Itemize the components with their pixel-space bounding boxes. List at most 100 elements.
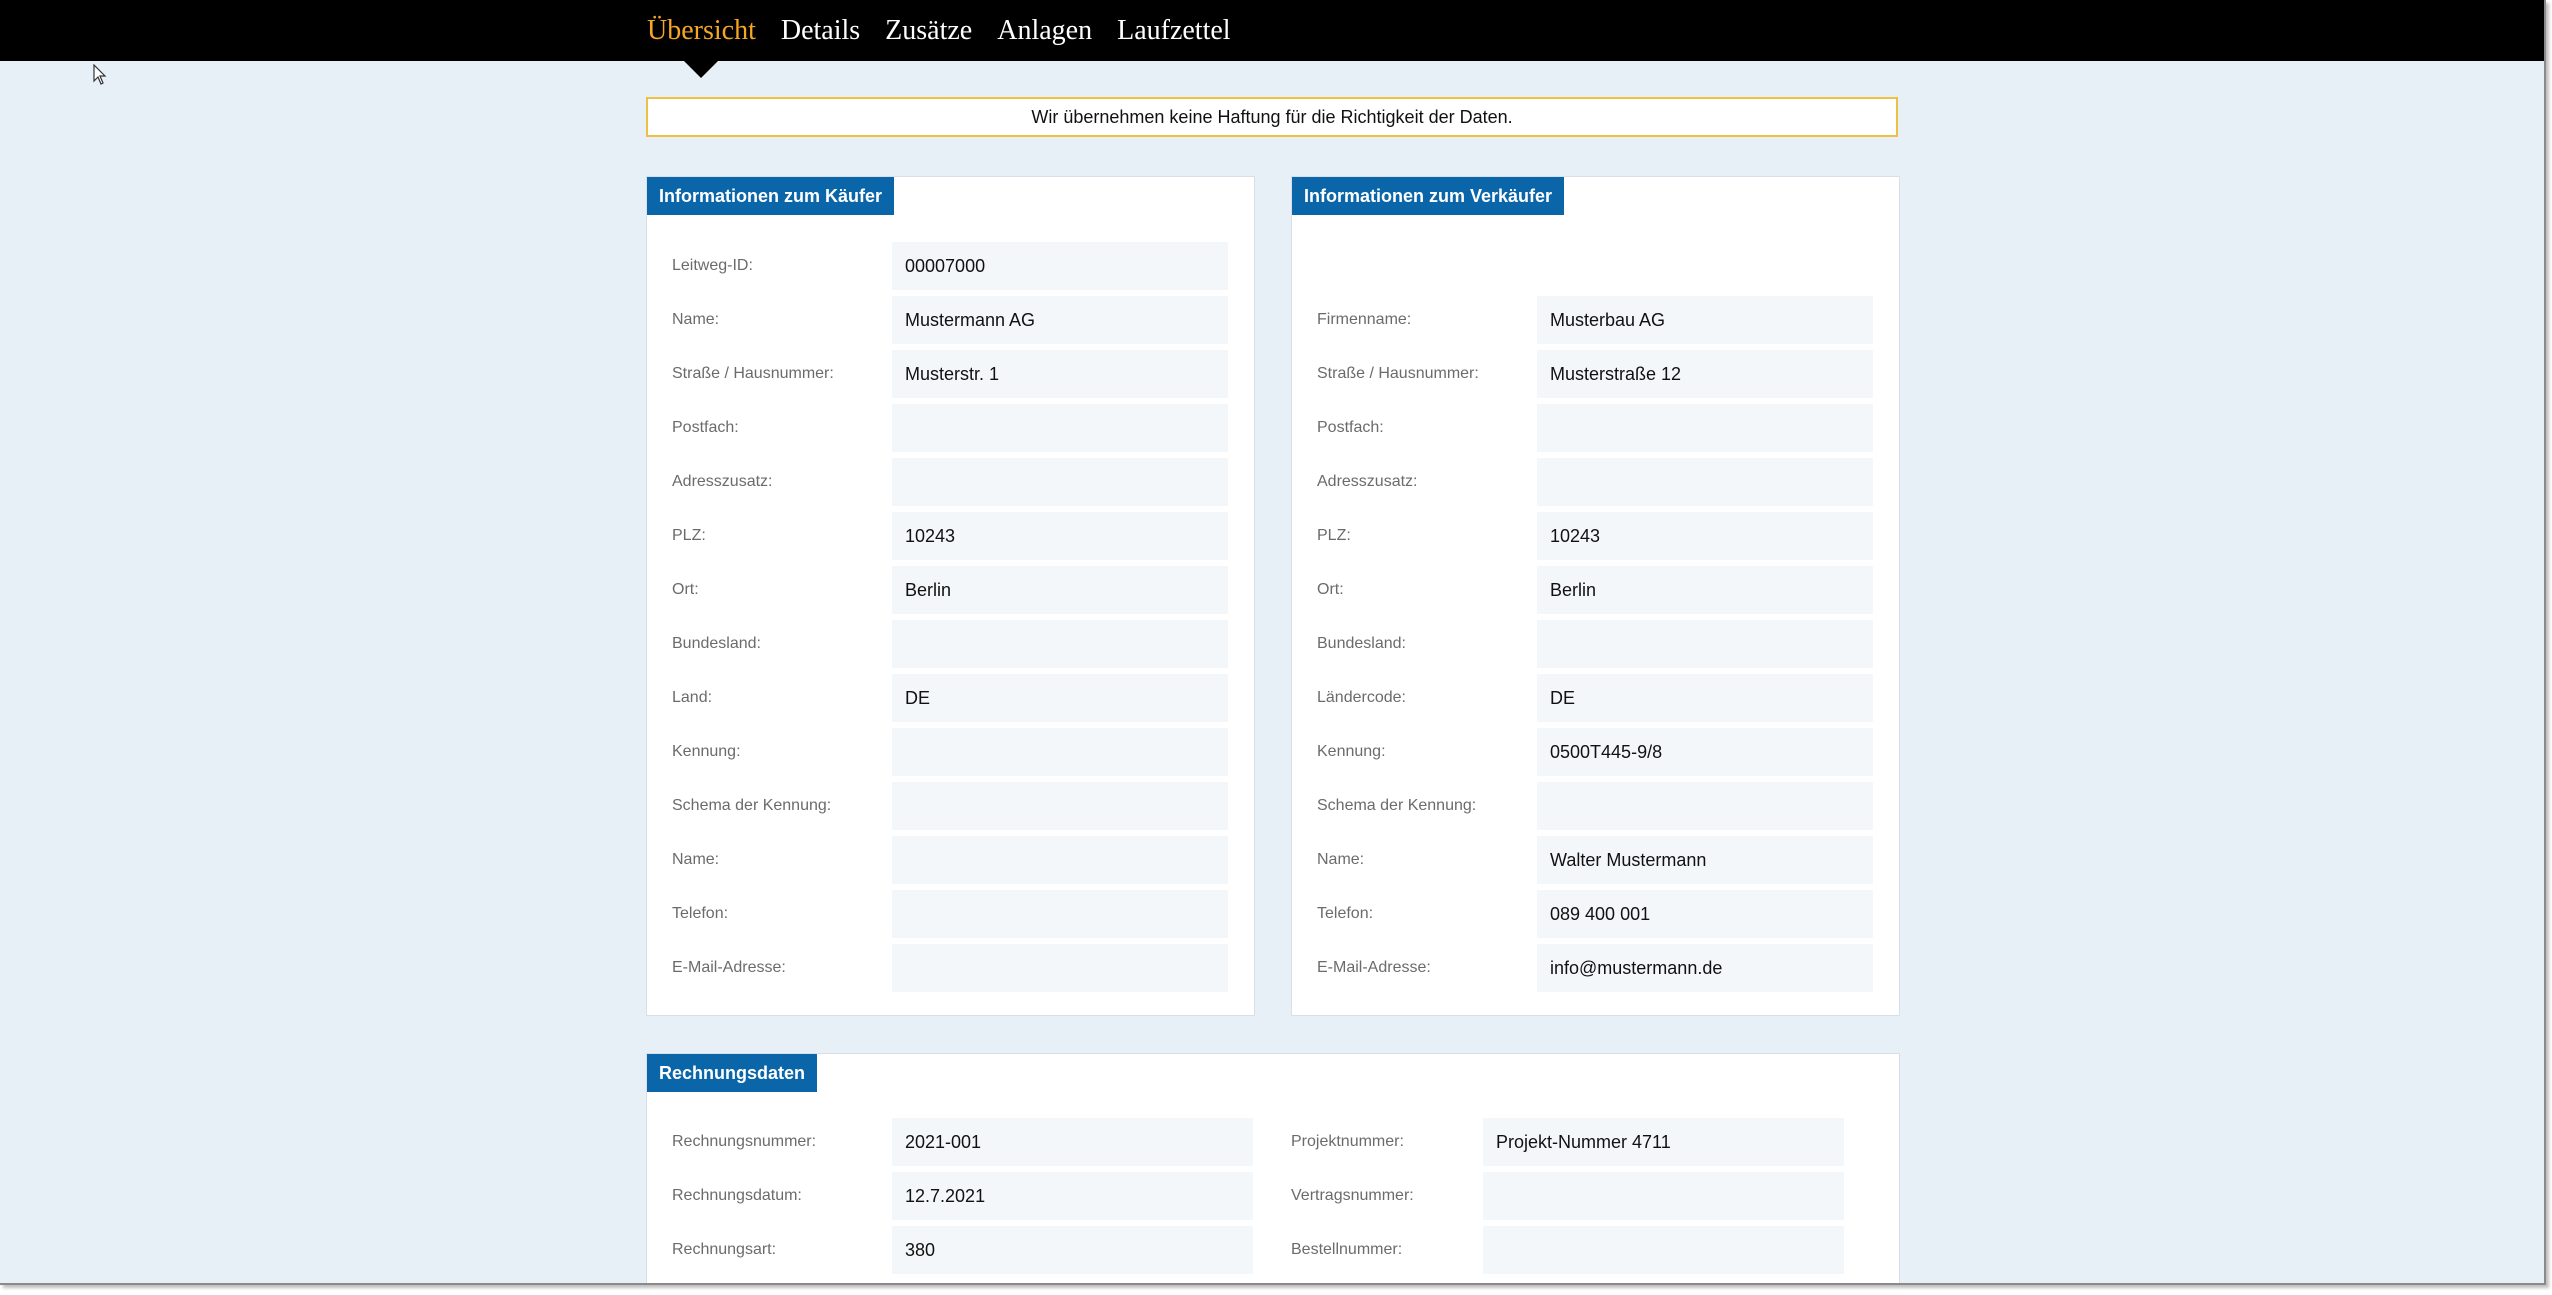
buyer-field-row: Name: (647, 836, 1228, 884)
buyer-field-row: Bundesland: (647, 620, 1228, 668)
seller-info-panel: Informationen zum Verkäufer Firmenname: M… (1291, 176, 1900, 1016)
buyer-field-row: Schema der Kennung: (647, 782, 1228, 830)
buyer-field-value[interactable]: 10243 (892, 512, 1228, 560)
buyer-field-value[interactable]: DE (892, 674, 1228, 722)
buyer-field-value[interactable] (892, 404, 1228, 452)
buyer-field-row: Adresszusatz: (647, 458, 1228, 506)
seller-field-label: Postfach: (1317, 419, 1384, 436)
seller-field-label: Name: (1317, 851, 1365, 868)
tab-laufzettel[interactable]: Laufzettel (1117, 0, 1230, 61)
seller-field-value[interactable]: info@mustermann.de (1537, 944, 1873, 992)
buyer-field-row: E-Mail-Adresse: (647, 944, 1228, 992)
buyer-field-value[interactable] (892, 620, 1228, 668)
top-navigation-bar: Übersicht Details Zusätze Anlagen Laufze… (0, 0, 2544, 78)
tab-details[interactable]: Details (781, 0, 860, 61)
invoice-field-value[interactable] (1483, 1226, 1844, 1274)
mouse-cursor-icon (93, 64, 107, 85)
buyer-field-value[interactable] (892, 890, 1228, 938)
invoice-field-row: Rechnungsnummer: 2021-001 (647, 1118, 1253, 1166)
tab-uebersicht[interactable]: Übersicht (647, 0, 756, 78)
invoice-field-row: Vertragsnummer: (1266, 1172, 1844, 1220)
seller-field-row: Name: Walter Mustermann (1292, 836, 1873, 884)
buyer-field-label: PLZ: (672, 527, 706, 544)
buyer-field-value[interactable]: 00007000 (892, 242, 1228, 290)
seller-field-row: Ländercode: DE (1292, 674, 1873, 722)
buyer-field-row: Straße / Hausnummer: Musterstr. 1 (647, 350, 1228, 398)
buyer-field-value[interactable] (892, 728, 1228, 776)
buyer-field-label: Name: (672, 851, 720, 868)
seller-field-value[interactable]: Berlin (1537, 566, 1873, 614)
seller-field-label: Firmenname: (1317, 311, 1412, 328)
buyer-field-label: Postfach: (672, 419, 739, 436)
invoice-field-value[interactable]: 2021-001 (892, 1118, 1253, 1166)
seller-field-value[interactable]: Musterstraße 12 (1537, 350, 1873, 398)
seller-field-value[interactable]: 089 400 001 (1537, 890, 1873, 938)
seller-field-row: Ort: Berlin (1292, 566, 1873, 614)
seller-field-label: Bundesland: (1317, 635, 1406, 652)
seller-field-value[interactable] (1537, 458, 1873, 506)
buyer-field-label: Straße / Hausnummer: (672, 365, 834, 382)
seller-field-row: Schema der Kennung: (1292, 782, 1873, 830)
seller-field-row: PLZ: 10243 (1292, 512, 1873, 560)
seller-field-label: PLZ: (1317, 527, 1351, 544)
buyer-field-row: Leitweg-ID: 00007000 (647, 242, 1228, 290)
buyer-field-label: Kennung: (672, 743, 741, 760)
buyer-field-value[interactable]: Berlin (892, 566, 1228, 614)
buyer-field-row: PLZ: 10243 (647, 512, 1228, 560)
invoice-field-row: Bestellnummer: (1266, 1226, 1844, 1274)
invoice-field-value[interactable] (1483, 1172, 1844, 1220)
buyer-field-value[interactable] (892, 944, 1228, 992)
buyer-field-label: Schema der Kennung: (672, 797, 832, 814)
buyer-field-value[interactable]: Mustermann AG (892, 296, 1228, 344)
disclaimer-notice: Wir übernehmen keine Haftung für die Ric… (646, 97, 1898, 137)
seller-field-label: Straße / Hausnummer: (1317, 365, 1479, 382)
tab-zusaetze[interactable]: Zusätze (885, 0, 972, 61)
seller-field-row: Firmenname: Musterbau AG (1292, 296, 1873, 344)
invoice-field-value[interactable]: Projekt-Nummer 4711 (1483, 1118, 1844, 1166)
invoice-data-panel: Rechnungsdaten Rechnungsnummer: 2021-001 R… (646, 1053, 1900, 1283)
seller-panel-title: Informationen zum Verkäufer (1292, 177, 1565, 215)
buyer-field-label: Leitweg-ID: (672, 257, 753, 274)
browser-viewport: Übersicht Details Zusätze Anlagen Laufze… (0, 0, 2546, 1285)
buyer-field-label: Ort: (672, 581, 699, 598)
seller-field-value[interactable]: 10243 (1537, 512, 1873, 560)
buyer-info-panel: Informationen zum Käufer Leitweg-ID: 0000… (646, 176, 1255, 1016)
buyer-field-value[interactable] (892, 836, 1228, 884)
buyer-panel-title: Informationen zum Käufer (647, 177, 895, 215)
seller-field-value[interactable]: 0500T445-9/8 (1537, 728, 1873, 776)
seller-field-value[interactable] (1537, 620, 1873, 668)
seller-field-value[interactable]: Walter Mustermann (1537, 836, 1873, 884)
buyer-field-value[interactable] (892, 458, 1228, 506)
seller-field-value[interactable]: DE (1537, 674, 1873, 722)
buyer-field-label: Land: (672, 689, 713, 706)
disclaimer-text: Wir übernehmen keine Haftung für die Ric… (1031, 106, 1513, 127)
seller-field-row: Kennung: 0500T445-9/8 (1292, 728, 1873, 776)
buyer-field-value[interactable] (892, 782, 1228, 830)
buyer-field-row: Ort: Berlin (647, 566, 1228, 614)
invoice-field-row: Projektnummer: Projekt-Nummer 4711 (1266, 1118, 1844, 1166)
seller-field-value[interactable] (1537, 404, 1873, 452)
buyer-field-row: Name: Mustermann AG (647, 296, 1228, 344)
main-tabs: Übersicht Details Zusätze Anlagen Laufze… (647, 0, 1256, 78)
invoice-field-label: Rechnungsart: (672, 1241, 777, 1258)
tab-anlagen[interactable]: Anlagen (997, 0, 1092, 61)
buyer-field-row: Telefon: (647, 890, 1228, 938)
buyer-field-row: Land: DE (647, 674, 1228, 722)
invoice-field-value[interactable]: 12.7.2021 (892, 1172, 1253, 1220)
seller-field-row: Bundesland: (1292, 620, 1873, 668)
seller-field-label: E-Mail-Adresse: (1317, 959, 1431, 976)
seller-field-label: Ländercode: (1317, 689, 1406, 706)
invoice-field-value[interactable]: 380 (892, 1226, 1253, 1274)
seller-field-row: Postfach: (1292, 404, 1873, 452)
buyer-field-label: Bundesland: (672, 635, 761, 652)
seller-field-value[interactable] (1537, 782, 1873, 830)
seller-field-value[interactable]: Musterbau AG (1537, 296, 1873, 344)
seller-field-row: E-Mail-Adresse: info@mustermann.de (1292, 944, 1873, 992)
invoice-panel-title: Rechnungsdaten (647, 1054, 818, 1092)
invoice-field-row: Rechnungsart: 380 (647, 1226, 1253, 1274)
buyer-field-label: Adresszusatz: (672, 473, 773, 490)
seller-field-row: Telefon: 089 400 001 (1292, 890, 1873, 938)
seller-field-label: Ort: (1317, 581, 1344, 598)
invoice-field-label: Vertragsnummer: (1291, 1187, 1414, 1204)
buyer-field-value[interactable]: Musterstr. 1 (892, 350, 1228, 398)
